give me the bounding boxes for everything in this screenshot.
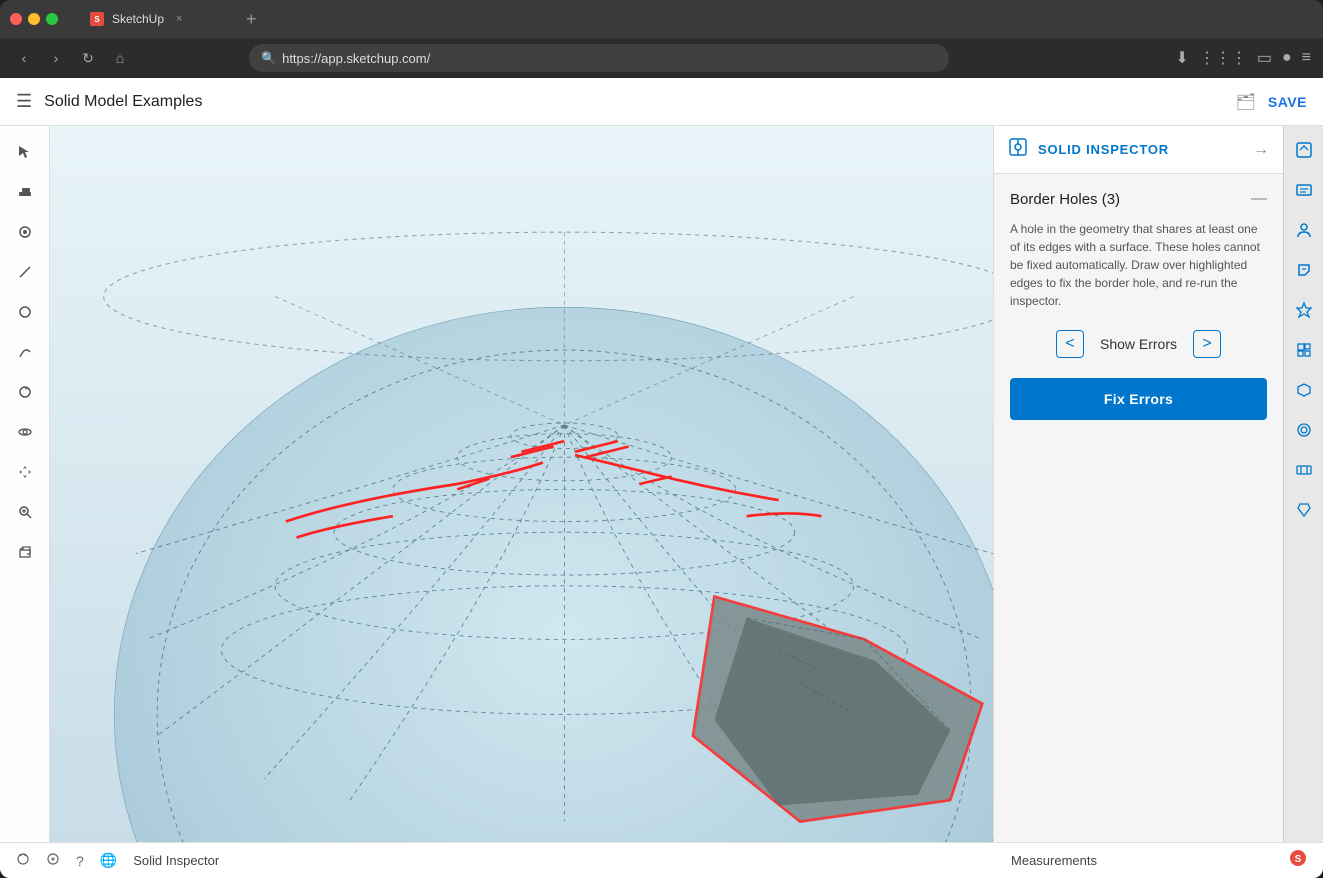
minimize-window-button[interactable]: [28, 13, 40, 25]
right-panel-icon-6[interactable]: [1288, 334, 1320, 366]
active-tab[interactable]: S SketchUp ×: [78, 4, 238, 34]
traffic-lights: [10, 13, 58, 25]
measurements-label: Measurements: [1011, 853, 1097, 868]
circle-tool[interactable]: [7, 294, 43, 330]
description-text: A hole in the geometry that shares at le…: [1010, 220, 1267, 310]
globe-icon[interactable]: 🌐: [100, 852, 117, 869]
section-title: Border Holes (3): [1010, 191, 1120, 208]
pencil-tool[interactable]: [7, 254, 43, 290]
panel-header-icon: [1008, 137, 1028, 162]
far-right-icon-bar: [1283, 126, 1323, 842]
app-content: ☰ Solid Model Examples 🗂 SAVE: [0, 78, 1323, 878]
panel-collapse-arrow[interactable]: →: [1253, 141, 1269, 159]
arc-tool[interactable]: [7, 334, 43, 370]
menu-icon[interactable]: ≡: [1302, 49, 1311, 67]
bookmarks-icon[interactable]: ⋮⋮⋮: [1199, 48, 1247, 68]
error-navigation: < Show Errors >: [1010, 330, 1267, 358]
tab-label: SketchUp: [112, 12, 164, 26]
tool-label: Solid Inspector: [133, 853, 219, 868]
toolbar-right: ⬇ ⋮⋮⋮ ▭ ● ≡: [1175, 48, 1311, 68]
split-view-icon[interactable]: ▭: [1257, 48, 1272, 68]
panel-content: Border Holes (3) — A hole in the geometr…: [994, 174, 1283, 842]
solid-inspector-panel: SOLID INSPECTOR → Border Holes (3) — A h…: [993, 126, 1283, 842]
right-panel-icon-5[interactable]: [1288, 294, 1320, 326]
tab-close-button[interactable]: ×: [176, 13, 182, 25]
select-tool[interactable]: [7, 134, 43, 170]
right-panel-icon-2[interactable]: [1288, 174, 1320, 206]
app-body: SOLID INSPECTOR → Border Holes (3) — A h…: [0, 126, 1323, 842]
bottom-toolbar-icon1[interactable]: [16, 852, 30, 869]
profile-icon[interactable]: ●: [1282, 49, 1292, 67]
home-button[interactable]: ⌂: [108, 46, 132, 70]
right-panel-icon-4[interactable]: [1288, 254, 1320, 286]
rotate-tool[interactable]: [7, 374, 43, 410]
close-window-button[interactable]: [10, 13, 22, 25]
section-header: Border Holes (3) —: [1010, 190, 1267, 208]
next-error-button[interactable]: >: [1193, 330, 1221, 358]
right-panel-icon-7[interactable]: [1288, 374, 1320, 406]
hamburger-menu-icon[interactable]: ☰: [16, 91, 32, 112]
save-button[interactable]: SAVE: [1268, 94, 1307, 110]
panel-title: SOLID INSPECTOR: [1038, 142, 1243, 157]
right-panel-icon-8[interactable]: [1288, 414, 1320, 446]
viewport[interactable]: [50, 126, 993, 842]
new-tab-button[interactable]: +: [246, 9, 257, 30]
left-toolbar: [0, 126, 50, 842]
zoom-tool[interactable]: [7, 494, 43, 530]
right-panel-icon-3[interactable]: [1288, 214, 1320, 246]
sketchup-logo: S: [1289, 849, 1307, 872]
panel-header: SOLID INSPECTOR →: [994, 126, 1283, 174]
bottom-toolbar-icon2[interactable]: [46, 852, 60, 869]
search-icon: 🔍: [261, 51, 276, 65]
fix-errors-button[interactable]: Fix Errors: [1010, 378, 1267, 420]
show-errors-label: Show Errors: [1100, 336, 1177, 352]
tab-favicon: S: [90, 12, 104, 26]
pushpull-tool[interactable]: [7, 534, 43, 570]
orbit-tool[interactable]: [7, 414, 43, 450]
right-panel-icon-9[interactable]: [1288, 454, 1320, 486]
app-header: ☰ Solid Model Examples 🗂 SAVE: [0, 78, 1323, 126]
svg-text:S: S: [1295, 854, 1302, 865]
address-bar[interactable]: 🔍 https://app.sketchup.com/: [249, 44, 949, 72]
section-collapse-button[interactable]: —: [1251, 190, 1267, 208]
browser-frame: S SketchUp × + ‹ › ↻ ⌂ 🔍 https://app.ske…: [0, 0, 1323, 878]
folder-icon[interactable]: 🗂: [1236, 92, 1256, 112]
download-icon[interactable]: ⬇: [1175, 48, 1188, 68]
help-icon[interactable]: ?: [76, 853, 84, 869]
maximize-window-button[interactable]: [46, 13, 58, 25]
paint-tool[interactable]: [7, 214, 43, 250]
prev-error-button[interactable]: <: [1056, 330, 1084, 358]
right-panel-icon-10[interactable]: [1288, 494, 1320, 526]
url-text: https://app.sketchup.com/: [282, 51, 430, 66]
refresh-button[interactable]: ↻: [76, 46, 100, 70]
bottom-bar: ? 🌐 Solid Inspector Measurements S: [0, 842, 1323, 878]
eraser-tool[interactable]: [7, 174, 43, 210]
tab-bar: S SketchUp × +: [78, 4, 1313, 34]
right-panel-icon-1[interactable]: [1288, 134, 1320, 166]
move-tool[interactable]: [7, 454, 43, 490]
back-button[interactable]: ‹: [12, 46, 36, 70]
browser-titlebar: S SketchUp × +: [0, 0, 1323, 38]
browser-toolbar: ‹ › ↻ ⌂ 🔍 https://app.sketchup.com/ ⬇ ⋮⋮…: [0, 38, 1323, 78]
app-title: Solid Model Examples: [44, 93, 1223, 111]
forward-button[interactable]: ›: [44, 46, 68, 70]
